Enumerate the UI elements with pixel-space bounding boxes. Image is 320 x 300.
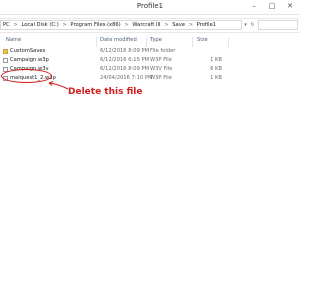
chevron-right-icon: >	[164, 22, 169, 28]
breadcrumb-program-files[interactable]: Program Files (x86)	[70, 22, 120, 28]
file-type: W3P File	[150, 75, 172, 81]
file-type: W3V File	[150, 66, 173, 72]
column-divider[interactable]	[146, 37, 147, 47]
minimize-button[interactable]: –	[246, 1, 262, 11]
column-header-name[interactable]: Name	[6, 37, 21, 43]
history-dropdown-icon[interactable]: ▾	[242, 20, 249, 30]
file-type: W3P File	[150, 57, 172, 63]
address-bar: PC > Local Disk (C:) > Program Files (x8…	[0, 18, 300, 33]
file-size: 1 KB	[210, 57, 222, 63]
file-row-customsaves[interactable]: CustomSaves 6/12/2016 8:09 PM File folde…	[0, 47, 300, 56]
breadcrumb-profile1[interactable]: Profile1	[197, 22, 216, 28]
chevron-right-icon: >	[124, 22, 129, 28]
file-date: 24/04/2016 7:10 PM	[100, 75, 153, 81]
close-button[interactable]: ✕	[282, 1, 298, 11]
column-header-size[interactable]: Size	[197, 37, 208, 43]
column-divider[interactable]	[228, 37, 229, 47]
column-headers: Name Date modified Type Size	[0, 36, 300, 47]
file-type: File folder	[150, 48, 176, 54]
chevron-right-icon: >	[13, 22, 18, 28]
address-actions: ▾ ↻	[242, 20, 256, 30]
arrow-icon	[48, 81, 69, 90]
column-divider[interactable]	[96, 37, 97, 47]
breadcrumb-pc[interactable]: PC	[3, 22, 10, 28]
file-size: 6 KB	[210, 66, 222, 72]
folder-icon	[3, 49, 8, 54]
breadcrumb-warcraft[interactable]: Warcraft III	[132, 22, 160, 28]
file-date: 6/12/2016 8:09 PM	[100, 66, 150, 72]
breadcrumb-save[interactable]: Save	[172, 22, 185, 28]
file-size: 1 KB	[210, 75, 222, 81]
file-date: 6/12/2016 8:09 PM	[100, 48, 150, 54]
search-input[interactable]	[258, 20, 298, 30]
breadcrumb-local-disk[interactable]: Local Disk (C:)	[21, 22, 58, 28]
file-name: Campaign.w3p	[10, 57, 49, 63]
file-name: CustomSaves	[10, 48, 46, 54]
window-controls: – □ ✕	[246, 1, 298, 11]
column-header-date[interactable]: Date modified	[100, 37, 137, 43]
breadcrumb[interactable]: PC > Local Disk (C:) > Program Files (x8…	[0, 20, 242, 30]
highlight-circle	[1, 69, 52, 83]
chevron-right-icon: >	[62, 22, 67, 28]
refresh-icon[interactable]: ↻	[249, 20, 256, 30]
column-divider[interactable]	[192, 37, 193, 47]
title-bar: Profile1 – □ ✕	[0, 0, 300, 15]
file-date: 6/12/2016 6:15 PM	[100, 57, 150, 63]
column-header-type[interactable]: Type	[150, 37, 162, 43]
file-row-campaign-w3p[interactable]: Campaign.w3p 6/12/2016 6:15 PM W3P File …	[0, 56, 300, 65]
annotation-label: Delete this file	[68, 87, 143, 97]
maximize-button[interactable]: □	[264, 1, 280, 11]
chevron-right-icon: >	[188, 22, 193, 28]
file-icon	[3, 58, 8, 63]
